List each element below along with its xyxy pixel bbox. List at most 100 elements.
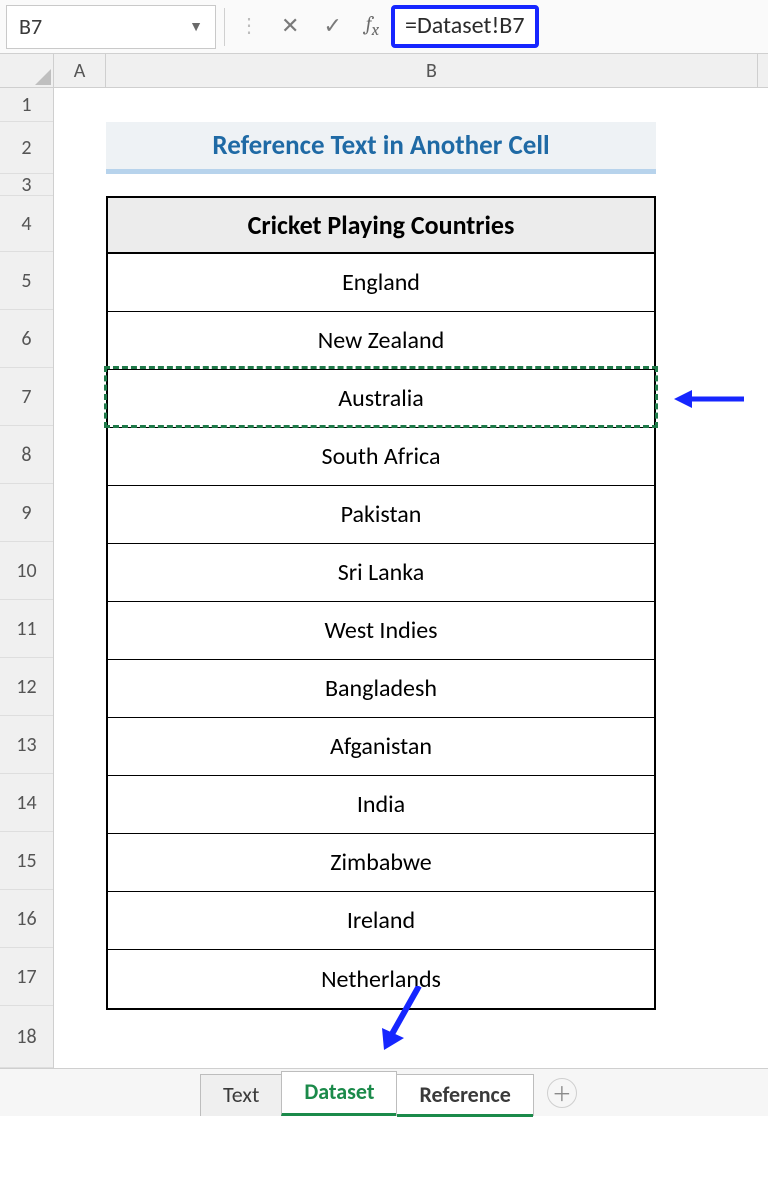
cell-value: Pakistan bbox=[341, 500, 422, 529]
row-header[interactable]: 7 bbox=[0, 368, 53, 426]
row-label: 7 bbox=[21, 385, 31, 409]
table-row[interactable]: Bangladesh bbox=[108, 660, 654, 718]
row-header[interactable]: 6 bbox=[0, 310, 53, 368]
row-header[interactable]: 18 bbox=[0, 1006, 53, 1068]
row-header[interactable]: 5 bbox=[0, 252, 53, 310]
row-label: 1 bbox=[21, 93, 31, 117]
countries-table: Cricket Playing Countries England New Ze… bbox=[106, 196, 656, 1010]
tab-label: Text bbox=[223, 1081, 259, 1108]
row-header[interactable]: 10 bbox=[0, 542, 53, 600]
page-title[interactable]: Reference Text in Another Cell bbox=[106, 122, 656, 174]
cell-value: England bbox=[342, 268, 420, 297]
formula-input[interactable]: =Dataset!B7 bbox=[391, 5, 539, 48]
sheet-tab-reference[interactable]: Reference bbox=[396, 1074, 533, 1116]
row-header[interactable]: 2 bbox=[0, 122, 53, 174]
table-header[interactable]: Cricket Playing Countries bbox=[108, 198, 654, 254]
sheet-tab-dataset[interactable]: Dataset bbox=[281, 1071, 397, 1116]
column-header-B[interactable]: B bbox=[106, 54, 758, 87]
row-label: 2 bbox=[21, 136, 31, 160]
formula-text: =Dataset!B7 bbox=[405, 11, 525, 40]
table-header-text: Cricket Playing Countries bbox=[248, 209, 515, 241]
sheet-area[interactable]: Reference Text in Another Cell Cricket P… bbox=[54, 88, 768, 1068]
tab-label: Reference bbox=[419, 1081, 510, 1108]
cell-value: India bbox=[357, 790, 405, 819]
sheet-tab-strip: Text Dataset Reference ＋ bbox=[0, 1068, 768, 1116]
row-header[interactable]: 17 bbox=[0, 948, 53, 1006]
row-label: 17 bbox=[16, 965, 36, 989]
select-all-corner[interactable] bbox=[0, 54, 54, 87]
col-A-label: A bbox=[74, 59, 86, 83]
row-header[interactable]: 15 bbox=[0, 832, 53, 890]
cell-value: Australia bbox=[338, 384, 424, 413]
table-row[interactable]: England bbox=[108, 254, 654, 312]
table-row[interactable]: India bbox=[108, 776, 654, 834]
enter-icon[interactable]: ✓ bbox=[323, 15, 341, 37]
table-row[interactable]: Zimbabwe bbox=[108, 834, 654, 892]
table-row[interactable]: West Indies bbox=[108, 602, 654, 660]
formula-input-wrap: =Dataset!B7 bbox=[385, 5, 762, 48]
fx-icon[interactable]: fx bbox=[366, 14, 379, 40]
row-header[interactable]: 11 bbox=[0, 600, 53, 658]
cell-value: Zimbabwe bbox=[330, 848, 431, 877]
column-header-edge bbox=[758, 54, 768, 87]
expand-icon[interactable]: ⋮ bbox=[239, 16, 257, 36]
cell-value: Sri Lanka bbox=[338, 558, 425, 587]
plus-icon: ＋ bbox=[552, 1078, 572, 1107]
table-row[interactable]: South Africa bbox=[108, 428, 654, 486]
column-header-A[interactable]: A bbox=[54, 54, 106, 87]
row-label: 15 bbox=[16, 849, 36, 873]
row-label: 14 bbox=[16, 791, 36, 815]
col-B-label: B bbox=[426, 59, 437, 83]
table-row[interactable]: New Zealand bbox=[108, 312, 654, 370]
row-header[interactable]: 3 bbox=[0, 174, 53, 196]
chevron-down-icon: ▼ bbox=[189, 18, 203, 35]
sheet-tab-text[interactable]: Text bbox=[200, 1074, 282, 1116]
divider bbox=[224, 8, 225, 46]
row-label: 11 bbox=[16, 617, 36, 641]
row-header[interactable]: 16 bbox=[0, 890, 53, 948]
cell-value: Bangladesh bbox=[325, 674, 437, 703]
row-label: 3 bbox=[21, 173, 31, 197]
row-label: 9 bbox=[21, 501, 31, 525]
cell-value: Afganistan bbox=[330, 732, 432, 761]
table-row[interactable]: Sri Lanka bbox=[108, 544, 654, 602]
table-row[interactable]: Pakistan bbox=[108, 486, 654, 544]
row-label: 16 bbox=[16, 907, 36, 931]
new-sheet-button[interactable]: ＋ bbox=[547, 1078, 577, 1108]
row-label: 5 bbox=[21, 269, 31, 293]
row-label: 10 bbox=[16, 559, 36, 583]
row-header[interactable]: 4 bbox=[0, 196, 53, 252]
table-row[interactable]: Afganistan bbox=[108, 718, 654, 776]
table-row[interactable]: Australia bbox=[108, 370, 654, 428]
formula-bar: B7 ▼ ⋮ ✕ ✓ fx =Dataset!B7 bbox=[0, 0, 768, 54]
table-row[interactable]: Netherlands bbox=[108, 950, 654, 1008]
row-header[interactable]: 1 bbox=[0, 88, 53, 122]
row-headers: 1 2 3 4 5 6 7 8 9 10 11 12 13 14 15 16 1… bbox=[0, 88, 54, 1068]
row-label: 4 bbox=[21, 212, 31, 236]
name-box-value: B7 bbox=[19, 13, 42, 40]
row-header[interactable]: 14 bbox=[0, 774, 53, 832]
tab-label: Dataset bbox=[304, 1078, 374, 1105]
cancel-icon[interactable]: ✕ bbox=[281, 15, 299, 37]
row-label: 18 bbox=[16, 1025, 36, 1049]
content-column: Reference Text in Another Cell Cricket P… bbox=[106, 122, 656, 1010]
cell-value: Ireland bbox=[347, 906, 415, 935]
row-label: 6 bbox=[21, 327, 31, 351]
row-label: 13 bbox=[16, 733, 36, 757]
row-header[interactable]: 8 bbox=[0, 426, 53, 484]
name-box[interactable]: B7 ▼ bbox=[6, 5, 216, 49]
row-label: 8 bbox=[21, 443, 31, 467]
row-header[interactable]: 12 bbox=[0, 658, 53, 716]
cell-value: Netherlands bbox=[321, 965, 441, 994]
select-all-icon bbox=[35, 69, 51, 85]
row-header[interactable]: 9 bbox=[0, 484, 53, 542]
formula-bar-actions: ⋮ ✕ ✓ fx bbox=[233, 14, 385, 40]
column-headers: A B bbox=[0, 54, 768, 88]
cell-value: West Indies bbox=[324, 616, 437, 645]
page-title-text: Reference Text in Another Cell bbox=[212, 129, 549, 162]
row-header[interactable]: 13 bbox=[0, 716, 53, 774]
cell-value: South Africa bbox=[322, 442, 441, 471]
table-row[interactable]: Ireland bbox=[108, 892, 654, 950]
cell-value: New Zealand bbox=[318, 326, 444, 355]
row-label: 12 bbox=[16, 675, 36, 699]
